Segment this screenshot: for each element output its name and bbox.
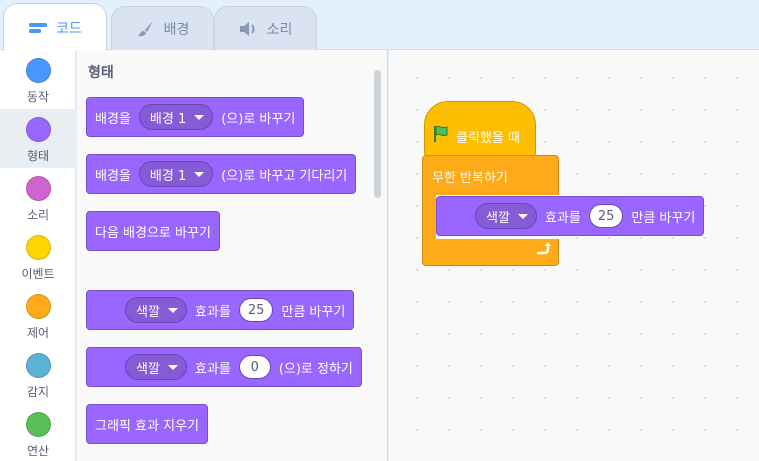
control-color-dot [25,294,51,319]
category-sound-label: 소리 [26,208,50,222]
dropdown-value: 배경 1 [149,111,187,127]
category-operators-label: 연산 [26,444,50,458]
effect-amount-input[interactable]: 25 [588,204,624,228]
switch-backdrop-block[interactable]: 배경을 배경 1 (으)로 바꾸기 [86,97,305,137]
sound-color-dot [25,176,51,201]
events-color-dot [25,235,51,260]
motion-color-dot [25,58,51,83]
hat-block-content: 클릭했을 때 [432,125,520,147]
block-text: 효과를 [194,361,231,377]
tab-backdrops[interactable]: 배경 [111,6,214,50]
dropdown-arrow-icon [194,114,205,120]
sensing-color-dot [25,353,51,378]
block-text: 효과를 [544,210,581,226]
dropdown-value: 색깔 [486,210,510,226]
tab-sounds[interactable]: 소리 [214,6,317,50]
set-effect-block[interactable]: 색깔 효과를 0 (으)로 정하기 [86,347,362,387]
forever-block-label: 무한 반복하기 [432,171,508,186]
tab-backdrops-label: 배경 [163,21,190,38]
category-sensing-label: 감지 [26,385,50,399]
speaker-icon [239,19,259,39]
block-text: 다음 배경으로 바꾸기 [95,225,211,241]
block-text: 만큼 바꾸기 [281,304,346,320]
tab-code[interactable]: 코드 [3,3,107,51]
code-workspace[interactable]: 클릭했을 때 무한 반복하기 색깔 효과를 25 만큼 바꾸기 [389,50,759,461]
effect-value-input[interactable]: 0 [238,355,271,379]
tab-sounds-label: 소리 [266,21,293,38]
operators-color-dot [25,412,51,437]
palette-scrollbar[interactable] [374,70,381,198]
code-icon [28,18,48,38]
hat-block-label: 클릭했을 때 [456,130,520,146]
change-effect-block[interactable]: 색깔 효과를 25 만큼 바꾸기 [86,290,355,330]
effect-dropdown[interactable]: 색깔 [125,354,187,380]
category-control[interactable]: 제어 [0,286,76,345]
category-motion[interactable]: 동작 [0,50,76,109]
looks-color-dot [25,117,51,142]
block-palette: 형태 배경을 배경 1 (으)로 바꾸기 배경을 배경 1 (으)로 바꾸고 기… [77,50,388,461]
category-operators[interactable]: 연산 [0,404,76,461]
dropdown-arrow-icon [194,171,205,177]
block-text: 배경을 [95,168,131,184]
category-looks-label: 형태 [26,149,50,163]
dropdown-value: 색깔 [136,361,160,377]
tab-code-label: 코드 [56,20,82,37]
category-looks[interactable]: 형태 [0,109,76,168]
category-motion-label: 동작 [26,90,50,104]
block-text: (으)로 바꾸기 [221,111,296,127]
effect-amount-input[interactable]: 25 [238,298,274,322]
editor-tab-bar: 코드 배경 소리 [0,0,759,51]
dropdown-arrow-icon [167,364,178,370]
dropdown-value: 색깔 [136,304,160,320]
change-effect-block[interactable]: 색깔 효과를 25 만큼 바꾸기 [436,196,705,236]
category-events-label: 이벤트 [21,267,55,281]
effect-dropdown[interactable]: 색깔 [125,297,187,323]
dropdown-arrow-icon [167,307,178,313]
next-backdrop-block[interactable]: 다음 배경으로 바꾸기 [86,211,220,251]
block-text: 만큼 바꾸기 [631,210,696,226]
effect-dropdown[interactable]: 색깔 [475,203,537,229]
loop-arrow-icon [535,241,551,257]
brush-icon [136,19,156,39]
block-text: (으)로 정하기 [278,361,353,377]
block-text: 배경을 [95,111,131,127]
category-events[interactable]: 이벤트 [0,227,76,286]
palette-section-title: 형태 [88,65,114,81]
green-flag-icon [432,125,450,147]
backdrop-dropdown[interactable]: 배경 1 [138,104,214,130]
dropdown-value: 배경 1 [149,168,187,184]
category-sound[interactable]: 소리 [0,168,76,227]
block-text: 효과를 [194,304,231,320]
category-menu: 동작 형태 소리 이벤트 제어 감지 연산 [0,50,76,461]
switch-backdrop-and-wait-block[interactable]: 배경을 배경 1 (으)로 바꾸고 기다리기 [86,154,357,194]
dropdown-arrow-icon [517,213,528,219]
category-control-label: 제어 [26,326,50,340]
backdrop-dropdown[interactable]: 배경 1 [138,161,214,187]
category-sensing[interactable]: 감지 [0,345,76,404]
block-text: 그래픽 효과 지우기 [95,418,199,434]
clear-graphic-effects-block[interactable]: 그래픽 효과 지우기 [86,404,208,444]
block-text: (으)로 바꾸고 기다리기 [221,168,348,184]
